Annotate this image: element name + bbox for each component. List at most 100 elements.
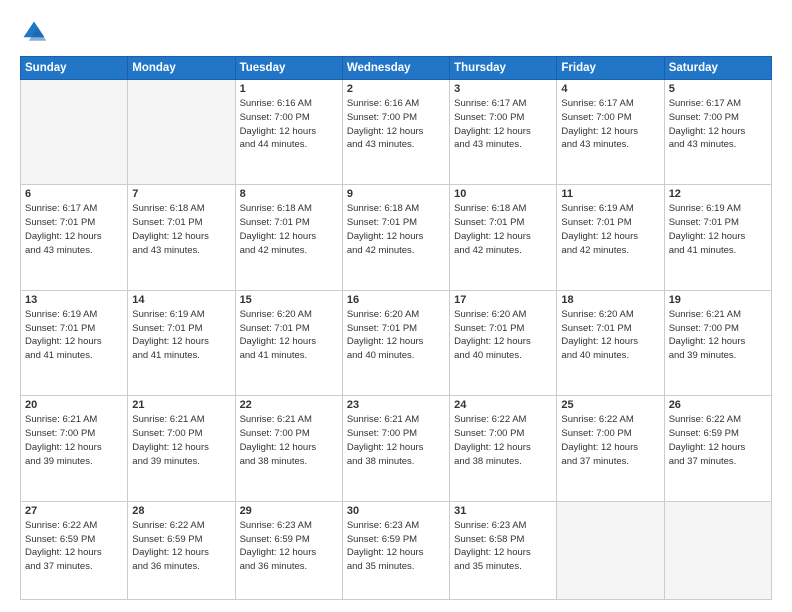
cell-info-line: Sunset: 7:00 PM [669, 111, 767, 125]
cell-info-line: Daylight: 12 hours [132, 441, 230, 455]
cell-info-line: and 38 minutes. [347, 455, 445, 469]
calendar-header-tuesday: Tuesday [235, 57, 342, 80]
cell-info-line: Sunset: 7:00 PM [454, 427, 552, 441]
day-number: 11 [561, 188, 659, 200]
cell-info-line: Sunset: 6:59 PM [347, 533, 445, 547]
calendar-header-wednesday: Wednesday [342, 57, 449, 80]
cell-info-line: Sunrise: 6:22 AM [669, 413, 767, 427]
cell-info-line: Daylight: 12 hours [561, 230, 659, 244]
cell-info-line: and 43 minutes. [25, 244, 123, 258]
cell-info-line: Sunset: 7:01 PM [25, 322, 123, 336]
cell-info-line: Daylight: 12 hours [454, 335, 552, 349]
cell-info-line: and 39 minutes. [132, 455, 230, 469]
calendar-cell [557, 501, 664, 599]
calendar-header-saturday: Saturday [664, 57, 771, 80]
cell-info-line: Sunrise: 6:21 AM [347, 413, 445, 427]
calendar-cell: 22Sunrise: 6:21 AMSunset: 7:00 PMDayligh… [235, 396, 342, 501]
cell-info-line: Sunrise: 6:18 AM [347, 202, 445, 216]
calendar-cell [664, 501, 771, 599]
day-number: 26 [669, 399, 767, 411]
cell-info-line: Daylight: 12 hours [347, 125, 445, 139]
cell-info-line: Daylight: 12 hours [669, 441, 767, 455]
cell-info-line: and 40 minutes. [454, 349, 552, 363]
cell-info-line: Sunset: 7:01 PM [240, 322, 338, 336]
calendar-cell: 4Sunrise: 6:17 AMSunset: 7:00 PMDaylight… [557, 80, 664, 185]
cell-info-line: Daylight: 12 hours [240, 546, 338, 560]
cell-info-line: Daylight: 12 hours [669, 230, 767, 244]
day-number: 3 [454, 83, 552, 95]
cell-info-line: and 37 minutes. [669, 455, 767, 469]
day-number: 30 [347, 505, 445, 517]
cell-info-line: Daylight: 12 hours [347, 230, 445, 244]
cell-info-line: Sunrise: 6:20 AM [454, 308, 552, 322]
calendar-cell: 3Sunrise: 6:17 AMSunset: 7:00 PMDaylight… [450, 80, 557, 185]
day-number: 27 [25, 505, 123, 517]
cell-info-line: and 41 minutes. [132, 349, 230, 363]
cell-info-line: Sunset: 7:00 PM [454, 111, 552, 125]
cell-info-line: and 42 minutes. [240, 244, 338, 258]
cell-info-line: Daylight: 12 hours [454, 230, 552, 244]
calendar-cell: 7Sunrise: 6:18 AMSunset: 7:01 PMDaylight… [128, 185, 235, 290]
cell-info-line: Daylight: 12 hours [25, 335, 123, 349]
cell-info-line: and 42 minutes. [454, 244, 552, 258]
calendar-cell: 12Sunrise: 6:19 AMSunset: 7:01 PMDayligh… [664, 185, 771, 290]
calendar-cell [21, 80, 128, 185]
cell-info-line: Sunrise: 6:19 AM [132, 308, 230, 322]
cell-info-line: Sunset: 6:58 PM [454, 533, 552, 547]
cell-info-line: and 40 minutes. [561, 349, 659, 363]
calendar-cell: 19Sunrise: 6:21 AMSunset: 7:00 PMDayligh… [664, 290, 771, 395]
cell-info-line: and 43 minutes. [347, 138, 445, 152]
calendar-cell: 17Sunrise: 6:20 AMSunset: 7:01 PMDayligh… [450, 290, 557, 395]
cell-info-line: Sunrise: 6:19 AM [25, 308, 123, 322]
cell-info-line: and 36 minutes. [132, 560, 230, 574]
day-number: 16 [347, 294, 445, 306]
logo [20, 18, 52, 46]
cell-info-line: Sunrise: 6:22 AM [132, 519, 230, 533]
cell-info-line: and 35 minutes. [454, 560, 552, 574]
cell-info-line: Sunset: 7:01 PM [454, 322, 552, 336]
cell-info-line: Sunrise: 6:23 AM [240, 519, 338, 533]
day-number: 25 [561, 399, 659, 411]
cell-info-line: Sunset: 7:01 PM [669, 216, 767, 230]
cell-info-line: Daylight: 12 hours [132, 335, 230, 349]
calendar-week-row: 27Sunrise: 6:22 AMSunset: 6:59 PMDayligh… [21, 501, 772, 599]
calendar-header-monday: Monday [128, 57, 235, 80]
day-number: 29 [240, 505, 338, 517]
cell-info-line: Daylight: 12 hours [561, 441, 659, 455]
cell-info-line: Sunset: 7:00 PM [240, 111, 338, 125]
cell-info-line: and 43 minutes. [669, 138, 767, 152]
cell-info-line: and 41 minutes. [25, 349, 123, 363]
calendar-week-row: 20Sunrise: 6:21 AMSunset: 7:00 PMDayligh… [21, 396, 772, 501]
cell-info-line: and 37 minutes. [25, 560, 123, 574]
cell-info-line: Sunrise: 6:20 AM [240, 308, 338, 322]
cell-info-line: Daylight: 12 hours [240, 335, 338, 349]
cell-info-line: Sunset: 6:59 PM [25, 533, 123, 547]
cell-info-line: Sunset: 7:00 PM [25, 427, 123, 441]
cell-info-line: Sunrise: 6:22 AM [561, 413, 659, 427]
cell-info-line: Sunrise: 6:22 AM [25, 519, 123, 533]
header [20, 18, 772, 46]
day-number: 7 [132, 188, 230, 200]
cell-info-line: Sunrise: 6:23 AM [454, 519, 552, 533]
day-number: 18 [561, 294, 659, 306]
day-number: 20 [25, 399, 123, 411]
cell-info-line: Daylight: 12 hours [561, 335, 659, 349]
calendar-cell: 20Sunrise: 6:21 AMSunset: 7:00 PMDayligh… [21, 396, 128, 501]
calendar-cell: 16Sunrise: 6:20 AMSunset: 7:01 PMDayligh… [342, 290, 449, 395]
cell-info-line: Daylight: 12 hours [240, 125, 338, 139]
cell-info-line: Sunset: 7:00 PM [347, 427, 445, 441]
calendar-week-row: 13Sunrise: 6:19 AMSunset: 7:01 PMDayligh… [21, 290, 772, 395]
calendar-cell: 18Sunrise: 6:20 AMSunset: 7:01 PMDayligh… [557, 290, 664, 395]
cell-info-line: Sunset: 7:00 PM [669, 322, 767, 336]
calendar-week-row: 6Sunrise: 6:17 AMSunset: 7:01 PMDaylight… [21, 185, 772, 290]
cell-info-line: and 41 minutes. [669, 244, 767, 258]
cell-info-line: Daylight: 12 hours [454, 125, 552, 139]
day-number: 10 [454, 188, 552, 200]
cell-info-line: and 41 minutes. [240, 349, 338, 363]
cell-info-line: and 42 minutes. [561, 244, 659, 258]
calendar-header-row: SundayMondayTuesdayWednesdayThursdayFrid… [21, 57, 772, 80]
calendar-header-sunday: Sunday [21, 57, 128, 80]
cell-info-line: and 38 minutes. [454, 455, 552, 469]
cell-info-line: Daylight: 12 hours [132, 546, 230, 560]
cell-info-line: Sunset: 7:01 PM [347, 216, 445, 230]
